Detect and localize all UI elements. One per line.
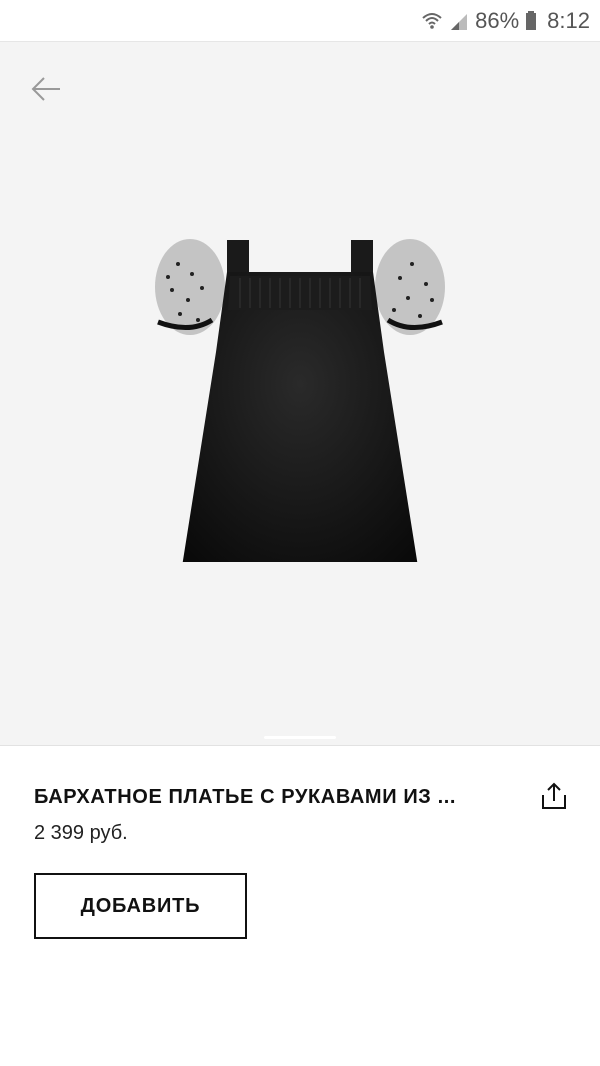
product-title: БАРХАТНОЕ ПЛАТЬЕ С РУКАВАМИ ИЗ ... xyxy=(34,786,457,808)
back-button[interactable] xyxy=(24,72,68,106)
battery-icon xyxy=(525,10,537,32)
signal-icon xyxy=(449,10,469,32)
add-to-cart-button[interactable]: ДОБАВИТЬ xyxy=(34,873,247,939)
image-pager-indicator xyxy=(264,736,336,739)
wifi-icon xyxy=(421,10,443,32)
product-image-area[interactable] xyxy=(0,42,600,746)
black-velvet-dress-photo xyxy=(155,239,445,562)
arrow-left-icon xyxy=(31,77,60,101)
status-bar: 86% 8:12 xyxy=(0,0,600,42)
product-price: 2 399 руб. xyxy=(34,822,128,844)
product-info: БАРХАТНОЕ ПЛАТЬЕ С РУКАВАМИ ИЗ ... 2 399… xyxy=(0,746,600,1066)
battery-percent: 86% xyxy=(475,7,520,33)
share-button[interactable] xyxy=(536,776,572,816)
share-icon xyxy=(542,782,566,809)
clock: 8:12 xyxy=(547,7,590,33)
